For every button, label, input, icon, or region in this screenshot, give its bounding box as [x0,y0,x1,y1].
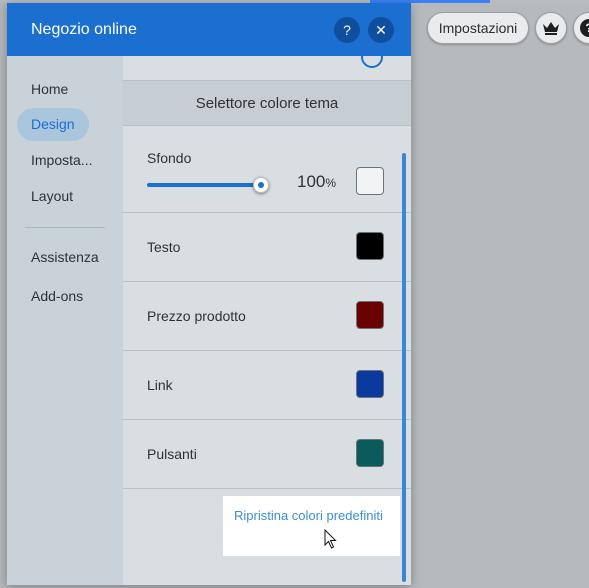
help-icon: ? [343,22,351,38]
color-row-buttons: Pulsanti [123,420,411,489]
content-scrollbar[interactable] [402,153,406,582]
opacity-value: 100% [297,172,337,191]
backdrop [411,3,589,588]
reset-colors-area: Ripristina colori predefiniti [223,496,400,556]
crown-icon [543,22,559,35]
color-row-label: Sfondo [147,150,192,166]
color-swatch-buttons[interactable] [356,439,384,467]
opacity-slider-track[interactable] [147,183,261,187]
sidebar-item-settings[interactable]: Imposta... [17,144,106,177]
close-icon: ✕ [375,21,387,38]
panel-help-button[interactable]: ? [334,17,360,43]
sidebar-item-home[interactable]: Home [17,73,82,106]
settings-button[interactable]: Impostazioni [427,12,529,44]
scrolled-radio-indicator [361,46,383,68]
upgrade-button[interactable] [535,12,567,44]
section-title: Selettore colore tema [123,80,411,126]
color-row-link: Link [123,351,411,420]
color-swatch-price[interactable] [356,301,384,329]
color-swatch-text[interactable] [356,232,384,260]
color-row-label: Pulsanti [147,446,197,462]
color-row-label: Testo [147,239,181,255]
help-icon: ? [580,19,589,37]
panel-sidebar: Home Design Imposta... Layout Assistenza… [7,56,123,585]
panel-header: Negozio online ? ✕ [7,3,411,56]
sidebar-item-support[interactable]: Assistenza [17,241,113,274]
sidebar-item-addons[interactable]: Add-ons [17,280,97,313]
sidebar-item-layout[interactable]: Layout [17,180,87,213]
sidebar-divider [25,227,105,228]
sidebar-item-design[interactable]: Design [17,108,89,141]
color-row-price: Prezzo prodotto [123,282,411,351]
color-row-background: Sfondo 100% [123,126,411,213]
color-row-text: Testo [123,213,411,282]
opacity-slider-handle[interactable] [253,177,269,193]
mouse-cursor-icon [324,529,337,549]
panel-close-button[interactable]: ✕ [368,17,394,43]
color-row-label: Link [147,377,173,393]
panel-content: Selettore colore tema Sfondo 100% Testo … [123,46,411,585]
reset-colors-link[interactable]: Ripristina colori predefiniti [234,508,383,523]
panel-title: Negozio online [31,21,137,38]
color-swatch-link[interactable] [356,370,384,398]
store-settings-panel: Negozio online ? ✕ Home Design Imposta..… [7,3,411,585]
color-row-label: Prezzo prodotto [147,308,246,324]
color-swatch-background[interactable] [356,167,384,195]
